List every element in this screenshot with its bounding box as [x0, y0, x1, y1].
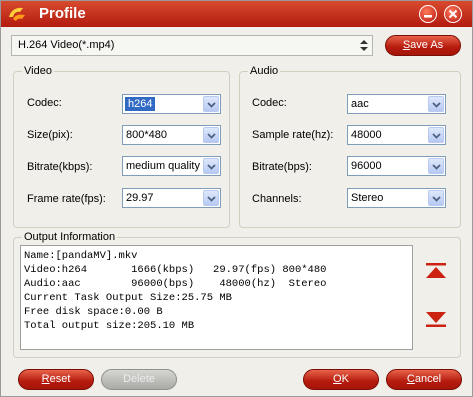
chevron-down-icon	[207, 196, 216, 202]
reset-button[interactable]: Reset	[18, 369, 94, 390]
chevron-down-icon	[432, 133, 441, 139]
audio-bitrate-label: Bitrate(bps):	[252, 161, 312, 173]
output-line-audio: Audio:aac 96000(bps) 48000(hz) Stereo	[24, 278, 327, 290]
video-bitrate-value: medium quality	[126, 160, 200, 172]
chevron-down-icon	[207, 102, 216, 108]
cancel-label: ancel	[414, 373, 442, 385]
video-frame-rate-value: 29.97	[126, 192, 154, 204]
video-codec-dropdown[interactable]	[203, 96, 219, 112]
audio-sample-rate-select[interactable]: 48000	[347, 125, 446, 145]
video-frame-rate-dropdown[interactable]	[203, 190, 219, 206]
save-as-button[interactable]: Save As	[385, 35, 461, 56]
app-logo-icon	[9, 7, 25, 21]
chevron-updown-icon	[360, 40, 368, 51]
audio-sample-rate-value: 48000	[351, 129, 382, 141]
chevron-down-icon	[207, 164, 216, 170]
output-line-free-space: Free disk space:0.00 B	[24, 306, 163, 318]
video-bitrate-dropdown[interactable]	[203, 158, 219, 174]
audio-channels-value: Stereo	[351, 192, 384, 204]
cancel-mnemonic: C	[406, 373, 415, 385]
video-size-select[interactable]: 800*480	[122, 125, 221, 145]
window-title: Profile	[39, 5, 86, 22]
cancel-button[interactable]: Cancel	[386, 369, 462, 390]
delete-button[interactable]: Delete	[101, 369, 177, 390]
format-select[interactable]: H.264 Video(*.mp4)	[11, 35, 373, 56]
video-frame-rate-label: Frame rate(fps):	[27, 193, 106, 205]
output-line-name: Name:[pandaMV].mkv	[24, 250, 138, 262]
output-line-video: Video:h264 1666(kbps) 29.97(fps) 800*480	[24, 264, 327, 276]
chevron-down-icon	[432, 164, 441, 170]
audio-codec-label: Codec:	[252, 97, 287, 109]
chevron-down-icon	[207, 133, 216, 139]
ok-mnemonic: O	[333, 373, 342, 385]
format-select-value: H.264 Video(*.mp4)	[18, 39, 115, 51]
audio-sample-rate-dropdown[interactable]	[428, 127, 444, 143]
delete-label: Delete	[123, 373, 155, 385]
video-group-title: Video	[22, 65, 54, 77]
audio-codec-dropdown[interactable]	[428, 96, 444, 112]
video-bitrate-label: Bitrate(kbps):	[27, 161, 93, 173]
move-down-icon[interactable]	[425, 311, 447, 327]
video-size-value: 800*480	[126, 129, 167, 141]
output-line-total-size: Total output size:205.10 MB	[24, 320, 195, 332]
chevron-down-icon	[432, 196, 441, 202]
chevron-down-icon	[432, 102, 441, 108]
profile-window: Profile H.264 Video(*.mp4) Save As Video…	[0, 0, 473, 397]
audio-channels-select[interactable]: Stereo	[347, 188, 446, 208]
save-as-label: ave As	[410, 39, 444, 51]
audio-sample-rate-label: Sample rate(hz):	[252, 129, 334, 141]
close-button[interactable]	[444, 5, 462, 23]
audio-codec-value: aac	[351, 98, 369, 110]
close-icon	[448, 9, 458, 19]
video-bitrate-select[interactable]: medium quality	[122, 156, 221, 176]
output-information-text[interactable]: Name:[pandaMV].mkv Video:h264 1666(kbps)…	[20, 245, 413, 350]
ok-button[interactable]: OK	[303, 369, 379, 390]
reset-label: eset	[49, 373, 71, 385]
video-codec-select[interactable]: h264	[122, 94, 221, 114]
ok-label: K	[341, 373, 349, 385]
title-bar[interactable]: Profile	[1, 1, 472, 27]
move-up-icon[interactable]	[425, 263, 447, 279]
audio-bitrate-select[interactable]: 96000	[347, 156, 446, 176]
output-group-title: Output Information	[22, 231, 118, 243]
audio-channels-dropdown[interactable]	[428, 190, 444, 206]
audio-bitrate-value: 96000	[351, 160, 382, 172]
output-line-task-size: Current Task Output Size:25.75 MB	[24, 292, 232, 304]
video-codec-value: h264	[125, 97, 156, 111]
reset-mnemonic: R	[41, 373, 50, 385]
video-size-dropdown[interactable]	[203, 127, 219, 143]
video-codec-label: Codec:	[27, 97, 62, 109]
audio-group-title: Audio	[248, 65, 281, 77]
audio-codec-select[interactable]: aac	[347, 94, 446, 114]
video-size-label: Size(pix):	[27, 129, 73, 141]
audio-channels-label: Channels:	[252, 193, 302, 205]
video-frame-rate-select[interactable]: 29.97	[122, 188, 221, 208]
audio-bitrate-dropdown[interactable]	[428, 158, 444, 174]
minimize-button[interactable]	[419, 5, 437, 23]
minimize-icon	[424, 15, 432, 18]
